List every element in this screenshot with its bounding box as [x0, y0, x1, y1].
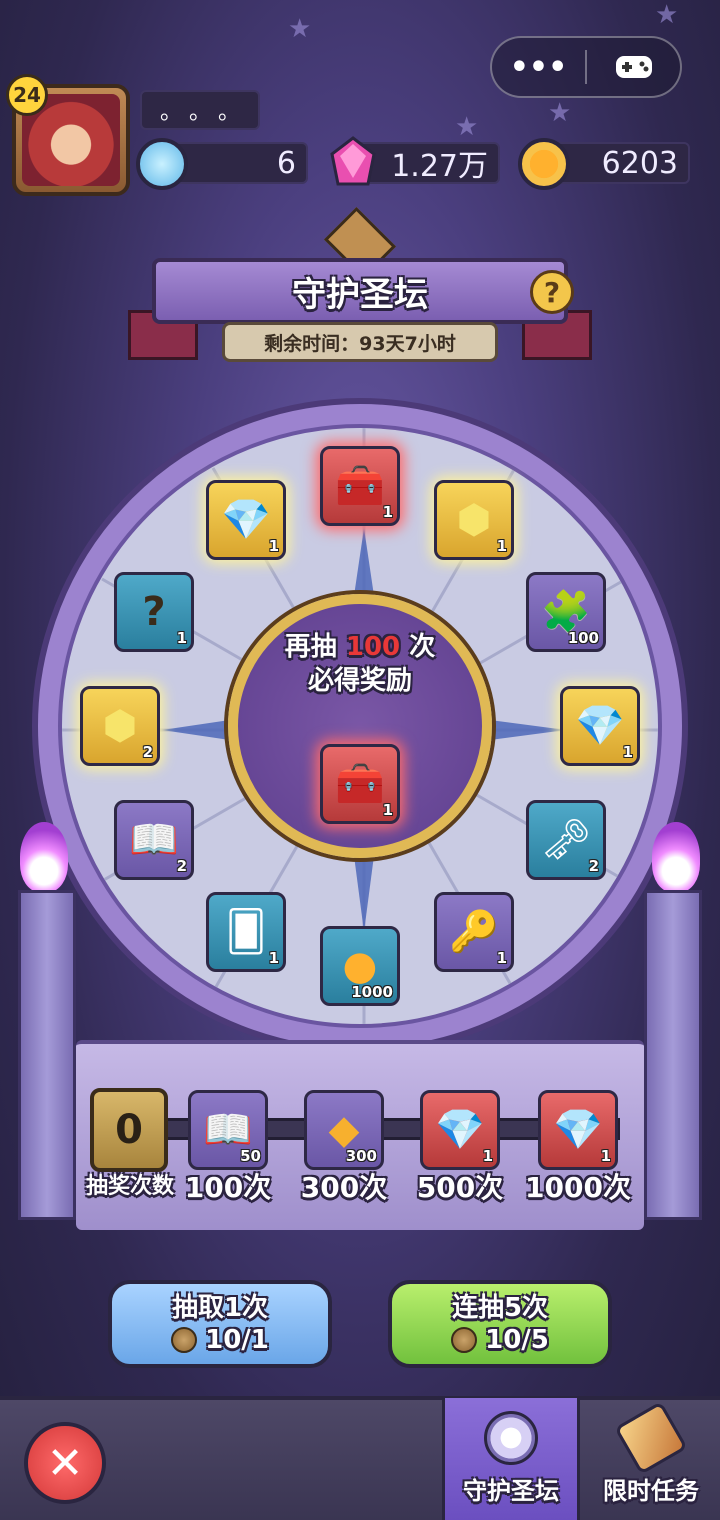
- prize-count: 1: [496, 949, 507, 967]
- treasure-chest-icon: 🧰: [335, 761, 385, 807]
- gold-hex-gem-icon: ⬢: [456, 497, 492, 543]
- player-level-badge: 24: [6, 74, 48, 116]
- center-line2: 必得奖励: [307, 666, 412, 696]
- milestone-reward-100[interactable]: 📖 50: [188, 1090, 268, 1170]
- milestone-reward-count: 50: [240, 1147, 261, 1165]
- prize-count: 1: [382, 503, 393, 521]
- diamond-value: 6: [276, 145, 296, 181]
- magic-book-icon: 📖: [129, 817, 179, 863]
- gold-hex-gem-icon: ⬢: [102, 703, 138, 749]
- wheel-prize-tile[interactable]: ⬢ 1: [434, 480, 514, 560]
- gold-coin-icon: ●: [342, 943, 378, 989]
- milestone-label: 300次: [300, 1171, 388, 1204]
- milestone-label: 100次: [184, 1171, 272, 1204]
- draw-count-label: 抽奖次数: [85, 1174, 174, 1199]
- draw-five-label: 连抽5次: [451, 1293, 549, 1323]
- prize-count: 1: [382, 801, 393, 819]
- amber-crystal-icon: ◆: [328, 1107, 360, 1153]
- pink-gem-icon: [328, 136, 378, 190]
- star-decoration: ★: [455, 112, 479, 142]
- milestone-reward-count: 300: [345, 1147, 377, 1165]
- pillar-right: [644, 890, 702, 1220]
- wheel-prize-tile[interactable]: 🧩 100: [526, 572, 606, 652]
- milestone-reward-count: 1: [600, 1147, 611, 1165]
- mystery-gem-bag-icon: 💎: [221, 497, 271, 543]
- tab-label: 守护圣坛: [463, 1477, 559, 1505]
- prize-count: 1000: [351, 983, 393, 1001]
- event-title: 守护圣坛: [152, 258, 568, 324]
- draw-once-label: 抽取1次: [171, 1293, 269, 1323]
- star-decoration: ★: [548, 98, 572, 128]
- wheel-prize-tile[interactable]: 🔑 1: [434, 892, 514, 972]
- mystery-gem-bag-icon: 💎: [575, 703, 625, 749]
- wheel-prize-tile[interactable]: 📖 2: [114, 800, 194, 880]
- draw-once-button[interactable]: 抽取1次 10/1: [108, 1280, 332, 1368]
- milestone-reward-1000[interactable]: 💎 1: [538, 1090, 618, 1170]
- coin-value: 6203: [601, 145, 678, 181]
- star-decoration: ★: [655, 0, 679, 30]
- guaranteed-prize-tile[interactable]: 🧰 1: [320, 744, 400, 824]
- prize-count: 2: [176, 857, 187, 875]
- magic-book-icon: 📖: [203, 1107, 253, 1153]
- wheel-prize-tile[interactable]: 🗝 2: [526, 800, 606, 880]
- wheel-prize-tile[interactable]: ? 1: [114, 572, 194, 652]
- draw-once-cost: 10/1: [205, 1325, 269, 1355]
- card-pack-icon: 🂠: [225, 909, 267, 955]
- draw-token-icon: [171, 1327, 198, 1353]
- pillar-left: [18, 890, 76, 1220]
- tab-label: 限时任务: [603, 1477, 699, 1505]
- wheel-prize-tile[interactable]: 🂠 1: [206, 892, 286, 972]
- draw-token-icon: [451, 1327, 478, 1353]
- milestone-reward-count: 1: [482, 1147, 493, 1165]
- prize-count: 2: [142, 743, 153, 761]
- gold-key-icon: 🔑: [449, 909, 499, 955]
- prize-count: 1: [496, 537, 507, 555]
- draw-five-cost: 10/5: [485, 1325, 549, 1355]
- more-dots-icon[interactable]: •••: [492, 50, 585, 85]
- torch-flame-left: [20, 822, 68, 892]
- milestone-label: 500次: [416, 1171, 504, 1204]
- tab-limited-tasks[interactable]: 限时任务: [582, 1398, 720, 1520]
- prize-count: 1: [622, 743, 633, 761]
- mini-program-capsule: •••: [490, 36, 682, 98]
- diamond-icon: [136, 138, 188, 190]
- draw-count-display: 0: [90, 1088, 168, 1172]
- prize-count: 100: [567, 629, 599, 647]
- gold-coin-icon: [518, 138, 570, 190]
- wheel-prize-tile[interactable]: ⬢ 2: [80, 686, 160, 766]
- mystery-gem-bag-icon: 💎: [553, 1107, 603, 1153]
- gem-value: 1.27万: [391, 149, 488, 184]
- remaining-time: 剩余时间：93天7小时: [222, 322, 498, 362]
- close-button[interactable]: ✕: [24, 1422, 106, 1504]
- guaranteed-reward-text: 再抽 100 次 必得奖励: [238, 630, 482, 698]
- torch-flame-right: [652, 822, 700, 892]
- silver-key-icon: 🗝: [540, 817, 592, 863]
- scroll-icon: [614, 1401, 688, 1475]
- altar-icon: [484, 1411, 538, 1465]
- wheel-prize-tile[interactable]: ● 1000: [320, 926, 400, 1006]
- prize-count: 1: [268, 537, 279, 555]
- milestone-reward-300[interactable]: ◆ 300: [304, 1090, 384, 1170]
- player-name: 。。。: [140, 90, 260, 130]
- prize-count: 1: [268, 949, 279, 967]
- draw-five-button[interactable]: 连抽5次 10/5: [388, 1280, 612, 1368]
- mystery-banner-icon: ?: [142, 589, 166, 635]
- wheel-prize-tile[interactable]: 💎 1: [206, 480, 286, 560]
- center-prefix: 再抽: [284, 632, 337, 662]
- center-suffix: 次: [409, 632, 436, 662]
- treasure-chest-icon: 🧰: [335, 463, 385, 509]
- puzzle-piece-icon: 🧩: [541, 589, 591, 635]
- help-button[interactable]: ?: [530, 270, 574, 314]
- wheel-prize-tile[interactable]: 🧰 1: [320, 446, 400, 526]
- wheel-prize-tile[interactable]: 💎 1: [560, 686, 640, 766]
- mystery-gem-bag-icon: 💎: [435, 1107, 485, 1153]
- star-decoration: ★: [288, 14, 312, 44]
- prize-count: 2: [588, 857, 599, 875]
- gamepad-icon[interactable]: [587, 52, 680, 82]
- tab-guardian-altar[interactable]: 守护圣坛: [442, 1398, 580, 1520]
- remaining-draws-number: 100: [345, 632, 401, 662]
- milestone-reward-500[interactable]: 💎 1: [420, 1090, 500, 1170]
- prize-count: 1: [176, 629, 187, 647]
- milestone-label: 1000次: [525, 1171, 631, 1204]
